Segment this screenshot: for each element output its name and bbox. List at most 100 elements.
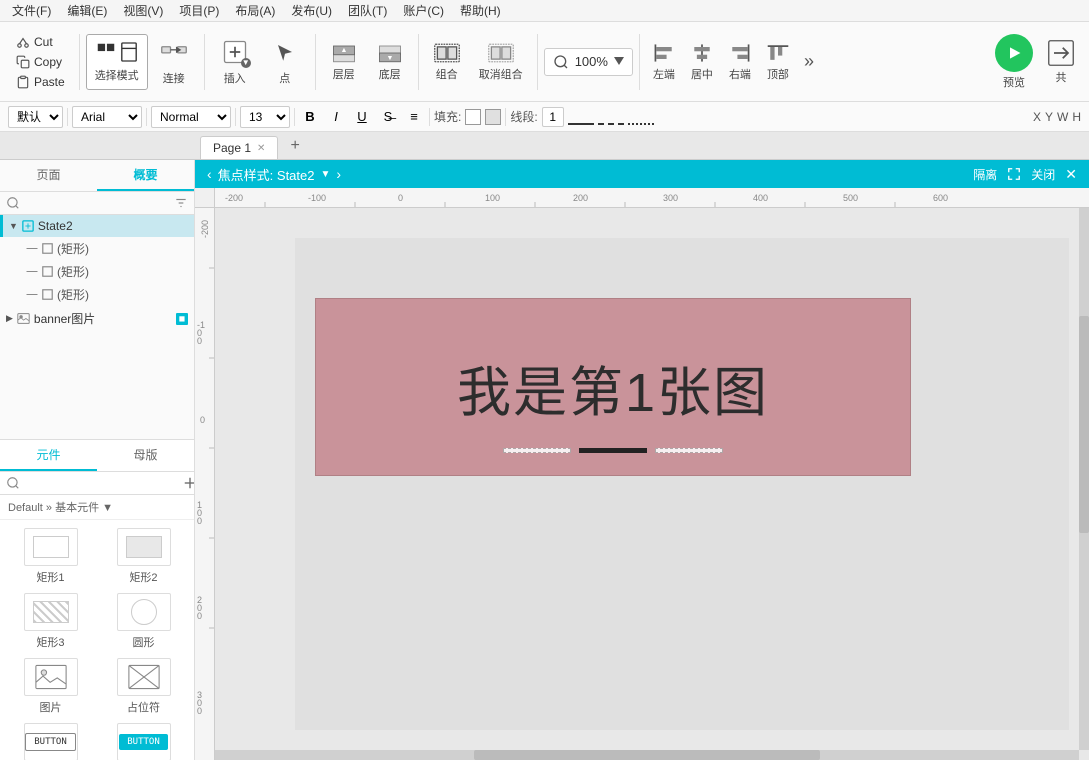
fill-label: 填充: [434, 108, 461, 125]
select-mode-label: 选择模式 [95, 67, 139, 83]
size-select[interactable]: 13 [240, 106, 290, 128]
menu-file[interactable]: 文件(F) [4, 0, 59, 21]
stroke-style-solid[interactable] [568, 109, 594, 125]
masters-tab[interactable]: 母版 [97, 440, 194, 471]
copy-button[interactable]: Copy [12, 53, 69, 71]
layer-item-rect2[interactable]: 一 (矩形) [0, 260, 194, 283]
weight-select[interactable]: Normal [151, 106, 231, 128]
fill-color-swatch[interactable] [465, 109, 481, 125]
svg-text:200: 200 [573, 193, 588, 203]
comp-rect3[interactable]: 矩形3 [8, 593, 93, 650]
layer-item-banner[interactable]: ▶ banner图片 ◼ [0, 306, 194, 331]
banner-expand-icon: ▶ [6, 313, 13, 324]
page-tab-close[interactable]: ✕ [257, 143, 265, 154]
layer-item-state2[interactable]: ▼ State2 [0, 215, 194, 237]
font-select[interactable]: Arial [72, 106, 142, 128]
align-left-button[interactable]: 左端 [646, 38, 682, 86]
comp-rect3-preview [24, 593, 78, 631]
svg-text:0: 0 [197, 336, 202, 346]
add-page-button[interactable]: + [282, 135, 307, 157]
layer-search-input[interactable] [24, 196, 124, 210]
stroke-value-input[interactable] [542, 107, 564, 127]
expand-icon[interactable] [1007, 167, 1021, 181]
pages-tab[interactable]: 页面 [0, 160, 97, 191]
banner-element[interactable]: 我是第1张图 [315, 298, 911, 476]
bold-button[interactable]: B [299, 106, 321, 128]
align-center-button[interactable]: 居中 [684, 38, 720, 86]
paste-label: Paste [34, 75, 65, 89]
underline-button[interactable]: U [351, 106, 373, 128]
comp-rect2[interactable]: 矩形2 [101, 528, 186, 585]
outline-tab[interactable]: 概要 [97, 160, 194, 191]
cut-button[interactable]: Cut [12, 33, 69, 51]
rect2-icon [42, 266, 53, 277]
comp-button[interactable]: BUTTON 按钮 [8, 723, 93, 760]
add-component-icon[interactable] [183, 476, 195, 490]
stroke-style-dotted[interactable] [628, 109, 654, 125]
indicator-middle[interactable] [579, 448, 647, 453]
connect-button[interactable]: 连接 [150, 32, 198, 92]
menu-project[interactable]: 项目(P) [171, 0, 227, 21]
scrollbar-horizontal[interactable] [215, 750, 1079, 760]
group-button[interactable]: 组合 [425, 38, 469, 86]
comp-rect3-name: 矩形3 [36, 634, 64, 650]
menu-account[interactable]: 账户(C) [395, 0, 452, 21]
component-search-input[interactable] [24, 476, 179, 490]
ungroup-button[interactable]: 取消组合 [471, 38, 531, 86]
zoom-control[interactable]: 100% [544, 48, 633, 76]
menu-edit[interactable]: 编辑(E) [59, 0, 115, 21]
paste-button[interactable]: Paste [12, 73, 69, 91]
list-button[interactable]: ≡ [403, 106, 425, 128]
strikethrough-button[interactable]: S̶ [377, 106, 399, 128]
italic-button[interactable]: I [325, 106, 347, 128]
layer-up-button[interactable]: ▲ 层层 [322, 38, 366, 86]
close-focus-button[interactable]: 关闭 [1031, 166, 1055, 183]
more-button[interactable]: » [798, 47, 820, 76]
focus-next-btn[interactable]: › [336, 166, 341, 182]
focus-dropdown-icon[interactable]: ▼ [320, 169, 330, 180]
comp-circle[interactable]: 圆形 [101, 593, 186, 650]
menu-layout[interactable]: 布局(A) [227, 0, 283, 21]
svg-text:0: 0 [398, 193, 403, 203]
isolate-button[interactable]: 隔离 [973, 166, 997, 183]
scrollbar-vertical[interactable] [1079, 208, 1089, 750]
comp-primary-button[interactable]: BUTTON 主要按钮 [101, 723, 186, 760]
rect3-prefix: 一 [26, 286, 38, 303]
preview-button[interactable]: 预览 [989, 30, 1039, 94]
layer-search-row [0, 192, 194, 215]
focus-prev-btn[interactable]: ‹ [207, 166, 212, 182]
comp-placeholder[interactable]: 占位符 [101, 658, 186, 715]
components-tab[interactable]: 元件 [0, 440, 97, 471]
menu-team[interactable]: 团队(T) [340, 0, 395, 21]
stroke-style-dashed[interactable] [598, 109, 624, 125]
ruler-corner [195, 188, 215, 208]
zoom-value: 100% [575, 54, 608, 69]
component-category[interactable]: Default » 基本元件 ▼ [0, 495, 194, 520]
layer-item-rect1[interactable]: 一 (矩形) [0, 237, 194, 260]
comp-image[interactable]: 图片 [8, 658, 93, 715]
select-mode-button[interactable]: 选择模式 [86, 34, 148, 90]
comp-rect1[interactable]: 矩形1 [8, 528, 93, 585]
fill-color-swatch2[interactable] [485, 109, 501, 125]
h-label: H [1072, 110, 1081, 124]
canvas-wrapper[interactable]: -200 -100 0 100 200 300 400 500 [195, 188, 1089, 760]
page-1-tab[interactable]: Page 1 ✕ [200, 136, 278, 159]
insert-button[interactable]: ▼ 插入 [211, 32, 259, 92]
filter-icon[interactable] [174, 196, 188, 210]
layer-tree: ▼ State2 一 (矩形) 一 (矩形) 一 (矩形) [0, 215, 194, 439]
align-top-button[interactable]: 顶部 [760, 38, 796, 86]
share-button[interactable]: 共 [1041, 35, 1081, 89]
close-focus-x[interactable]: ✕ [1065, 166, 1077, 183]
menu-publish[interactable]: 发布(U) [283, 0, 340, 21]
layer-item-rect3[interactable]: 一 (矩形) [0, 283, 194, 306]
style-select[interactable]: 默认 [8, 106, 63, 128]
indicator-left[interactable] [503, 448, 571, 453]
indicator-right[interactable] [655, 448, 723, 453]
menu-view[interactable]: 视图(V) [115, 0, 171, 21]
component-search-row [0, 472, 194, 495]
menu-help[interactable]: 帮助(H) [452, 0, 509, 21]
banner-image-icon [17, 312, 30, 325]
point-button[interactable]: 点 [261, 32, 309, 92]
layer-down-button[interactable]: ▼ 底层 [368, 38, 412, 86]
align-right-button[interactable]: 右端 [722, 38, 758, 86]
